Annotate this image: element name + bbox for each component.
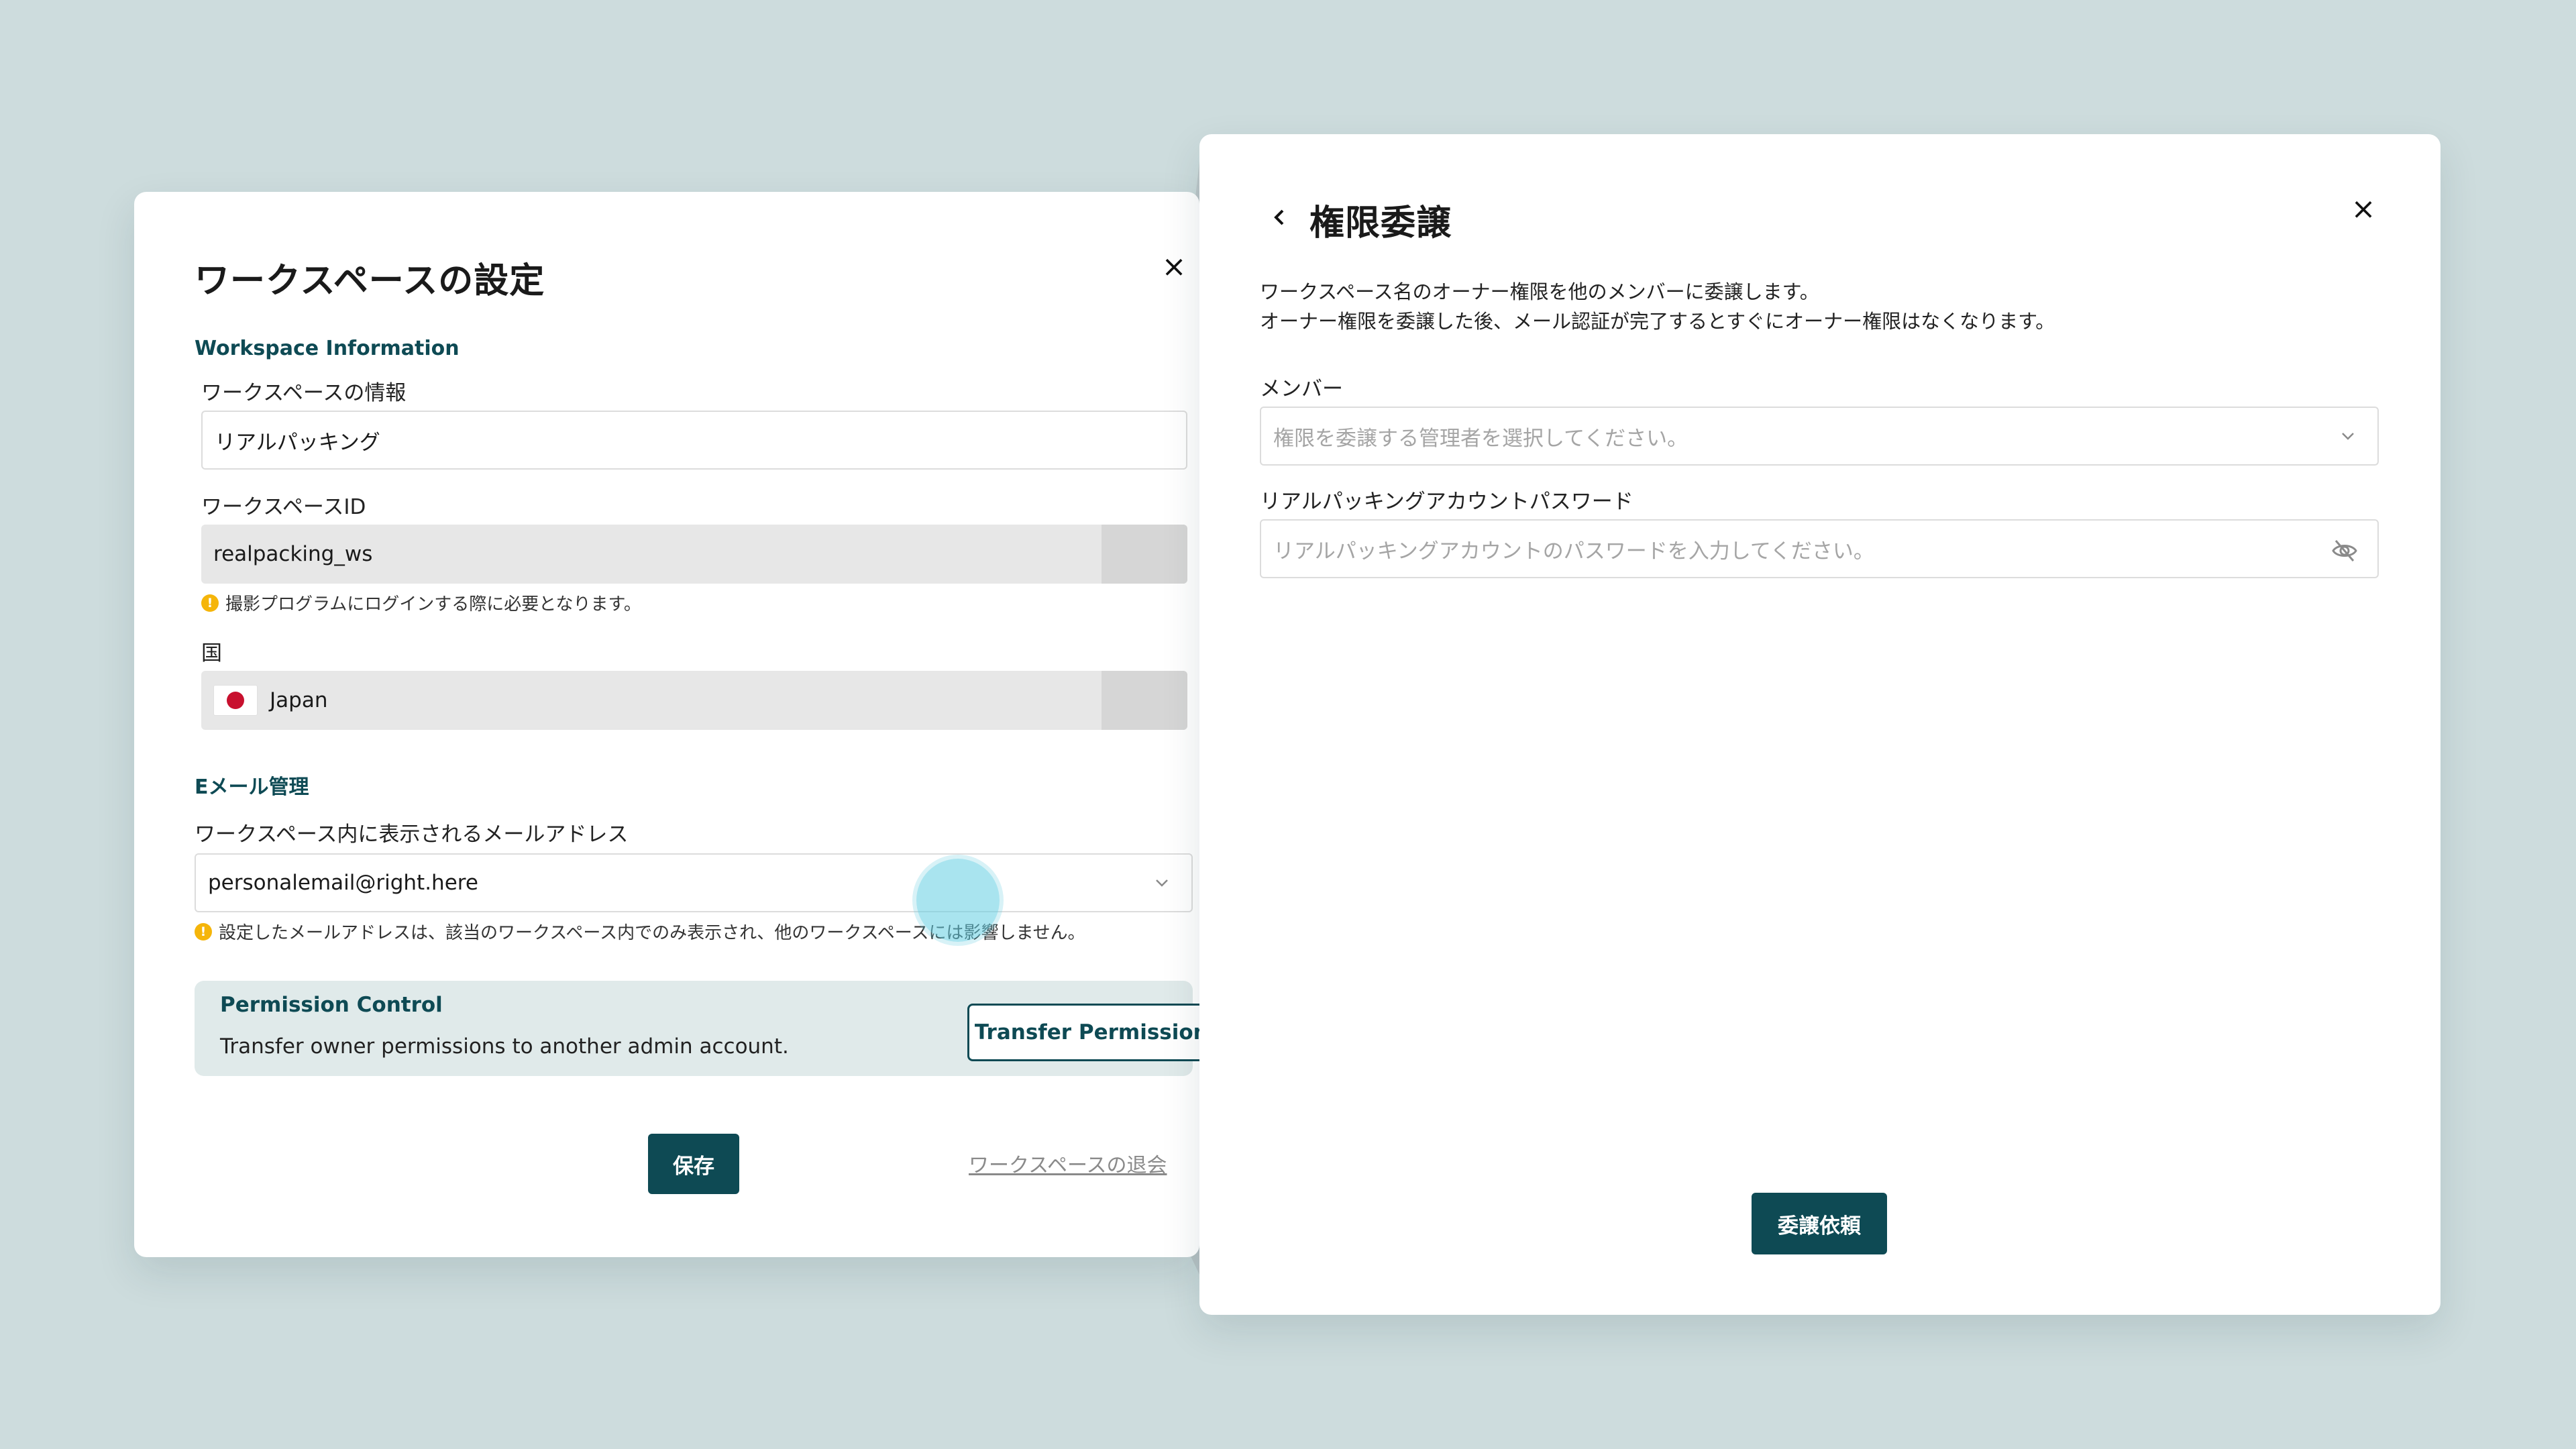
workspace-id-value: realpacking_ws bbox=[213, 542, 373, 566]
workspace-id-hint-text: 撮影プログラムにログインする際に必要となります。 bbox=[225, 594, 641, 614]
country-label: 国 bbox=[201, 641, 222, 665]
workspace-id-field: realpacking_ws bbox=[201, 525, 1187, 584]
password-placeholder: リアルパッキングアカウントのパスワードを入力してください。 bbox=[1273, 539, 1874, 564]
country-value: Japan bbox=[270, 688, 328, 712]
warning-icon: ! bbox=[195, 922, 212, 941]
japan-flag-icon bbox=[213, 685, 258, 716]
warning-icon: ! bbox=[201, 594, 219, 612]
section-heading-email: Eメール管理 bbox=[195, 775, 309, 799]
email-hint-text: 設定したメールアドレスは、該当のワークスペース内でのみ表示され、他のワークスペー… bbox=[219, 923, 1085, 943]
transfer-permissions-button[interactable]: Transfer Permissions bbox=[967, 1004, 1228, 1061]
back-chevron-icon[interactable] bbox=[1267, 201, 1293, 233]
workspace-id-hint: ! 撮影プログラムにログインする際に必要となります。 bbox=[201, 590, 641, 615]
permission-control-description: Transfer owner permissions to another ad… bbox=[220, 1034, 789, 1059]
workspace-id-label: ワークスペースID bbox=[201, 495, 366, 519]
workspace-settings-dialog: ワークスペースの設定 × Workspace Information ワークスペ… bbox=[134, 192, 1228, 1257]
save-button[interactable]: 保存 bbox=[648, 1134, 739, 1194]
screen: ワークスペースの設定 × Workspace Information ワークスペ… bbox=[0, 0, 2576, 1449]
dialog-title: 権限委譲 bbox=[1309, 203, 1452, 244]
transfer-permissions-dialog: 権限委譲 × ワークスペース名のオーナー権限を他のメンバーに委譲します。 オーナ… bbox=[1199, 134, 2440, 1315]
chevron-down-icon bbox=[2342, 433, 2354, 440]
workspace-name-value: リアルパッキング bbox=[215, 430, 380, 455]
permission-control-panel: Permission Control Transfer owner permis… bbox=[195, 981, 1228, 1076]
country-field: Japan bbox=[201, 671, 1187, 730]
email-label: ワークスペース内に表示されるメールアドレス bbox=[195, 822, 629, 847]
member-placeholder: 権限を委譲する管理者を選択してください。 bbox=[1273, 426, 1688, 451]
email-hint: ! 設定したメールアドレスは、該当のワークスペース内でのみ表示され、他のワークス… bbox=[195, 919, 1085, 944]
permission-control-title: Permission Control bbox=[220, 993, 443, 1017]
workspace-name-label: ワークスペースの情報 bbox=[201, 381, 407, 405]
chevron-down-icon bbox=[1156, 879, 1168, 887]
workspace-name-input[interactable]: リアルパッキング bbox=[201, 411, 1187, 470]
password-label: リアルパッキングアカウントパスワード bbox=[1260, 490, 1633, 514]
request-transfer-button[interactable]: 委譲依頼 bbox=[1752, 1193, 1887, 1254]
leave-workspace-link[interactable]: ワークスペースの退会 bbox=[969, 1148, 1167, 1178]
member-label: メンバー bbox=[1260, 377, 1343, 401]
email-value: personalemail@right.here bbox=[208, 871, 478, 895]
close-icon[interactable]: × bbox=[1161, 252, 1187, 282]
description-line-2: オーナー権限を委譲した後、メール認証が完了するとすぐにオーナー権限はなくなります… bbox=[1260, 310, 2055, 333]
section-heading-workspace-info: Workspace Information bbox=[195, 337, 460, 360]
description-line-1: ワークスペース名のオーナー権限を他のメンバーに委譲します。 bbox=[1260, 280, 1819, 303]
password-input[interactable]: リアルパッキングアカウントのパスワードを入力してください。 bbox=[1260, 519, 2379, 578]
member-select[interactable]: 権限を委譲する管理者を選択してください。 bbox=[1260, 407, 2379, 466]
close-icon[interactable]: × bbox=[2350, 195, 2377, 224]
eye-off-icon[interactable] bbox=[2330, 537, 2359, 565]
email-select[interactable]: personalemail@right.here bbox=[195, 853, 1193, 912]
dialog-title: ワークスペースの設定 bbox=[195, 261, 545, 301]
